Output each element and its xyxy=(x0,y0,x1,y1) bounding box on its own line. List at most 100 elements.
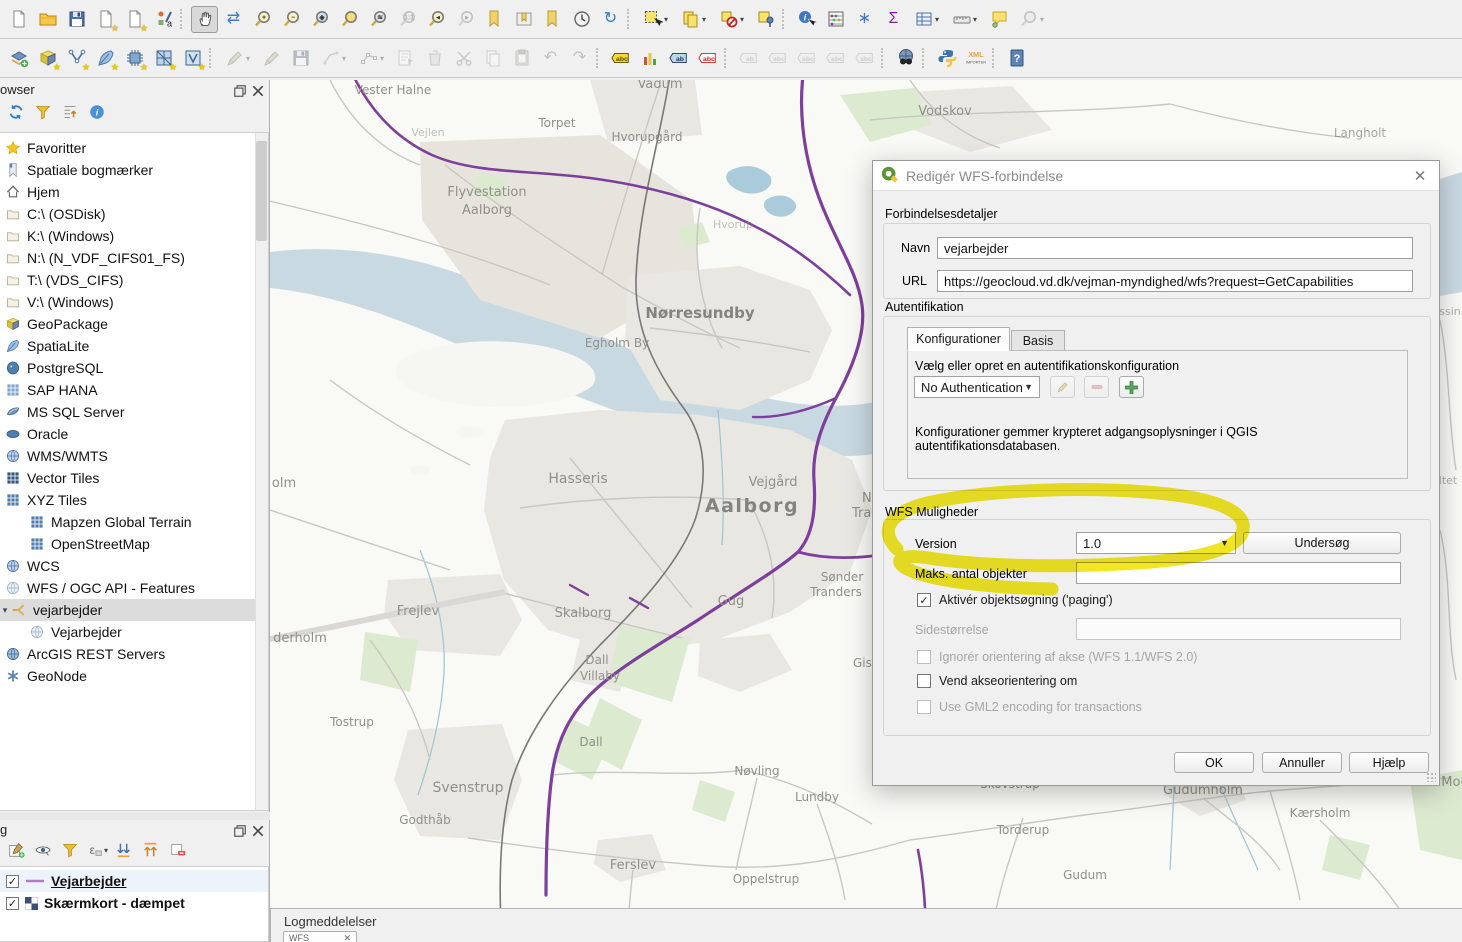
processing-toolbox-icon[interactable]: ∗ xyxy=(851,6,878,33)
log-tab-wfs[interactable]: WFS ✕ xyxy=(283,931,357,942)
browser-item-n-n-vdf-cifs01-fs[interactable]: N:\ (N_VDF_CIFS01_FS) xyxy=(0,247,268,269)
layer-item-vejarbejder[interactable]: ✓Vejarbejder xyxy=(0,870,268,892)
new-shapefile-layer-icon[interactable]: ★ xyxy=(63,45,90,72)
help-button[interactable]: Hjælp xyxy=(1349,752,1429,773)
zoom-to-layer-icon[interactable]: ≋ xyxy=(365,6,392,33)
remove-layer-icon[interactable] xyxy=(166,838,190,862)
select-features-icon[interactable]: ▾ xyxy=(638,6,674,33)
zoom-last-icon[interactable]: ◂ xyxy=(423,6,450,33)
browser-item-favoritter[interactable]: Favoritter xyxy=(0,137,268,159)
browser-item-t-vds-cifs[interactable]: T:\ (VDS_CIFS) xyxy=(0,269,268,291)
map-refresh-icon[interactable]: ↻ xyxy=(597,6,624,33)
refresh-icon[interactable] xyxy=(4,100,28,124)
url-field[interactable] xyxy=(937,270,1413,292)
browser-item-openstreetmap[interactable]: OpenStreetMap xyxy=(0,533,268,555)
expand-all-icon[interactable] xyxy=(112,838,136,862)
zoom-in-icon[interactable]: + xyxy=(249,6,276,33)
browser-item-geonode[interactable]: GeoNode xyxy=(0,665,268,687)
layer-visibility-checkbox[interactable]: ✓ xyxy=(6,875,19,888)
browser-item-geopackage[interactable]: GeoPackage xyxy=(0,313,268,335)
browser-item-wcs[interactable]: WCS xyxy=(0,555,268,577)
browser-item-c-osdisk[interactable]: C:\ (OSDisk) xyxy=(0,203,268,225)
help-icon[interactable]: ? xyxy=(1003,45,1030,72)
log-tab-close-icon[interactable]: ✕ xyxy=(343,933,351,942)
data-source-manager-icon[interactable] xyxy=(5,45,32,72)
project-save-icon[interactable] xyxy=(63,6,90,33)
browser-item-xyz-tiles[interactable]: XYZ Tiles xyxy=(0,489,268,511)
dialog-close-icon[interactable]: ✕ xyxy=(1409,165,1431,187)
browser-item-k-windows[interactable]: K:\ (Windows) xyxy=(0,225,268,247)
browser-scrollbar[interactable] xyxy=(255,133,268,810)
browser-close-icon[interactable] xyxy=(251,84,265,98)
zoom-to-selection-icon[interactable] xyxy=(336,6,363,33)
project-open-icon[interactable] xyxy=(34,6,61,33)
map-tips-icon[interactable] xyxy=(985,6,1012,33)
auth-config-dropdown[interactable]: No Authentication▼ xyxy=(914,376,1040,398)
expander-icon[interactable]: ▾ xyxy=(0,605,10,616)
browser-item-sap-hana[interactable]: SAP HANA xyxy=(0,379,268,401)
panel-splitter[interactable] xyxy=(0,812,270,820)
deselect-icon[interactable]: ▾ xyxy=(714,6,750,33)
invert-axis-checkbox[interactable]: Vend akseorientering om xyxy=(917,674,1077,688)
open-layer-styling-icon[interactable] xyxy=(4,838,28,862)
tab-konfigurationer[interactable]: Konfigurationer xyxy=(907,327,1010,351)
examine-button[interactable]: Undersøg xyxy=(1243,532,1401,554)
layer-labeling-icon[interactable]: abc xyxy=(607,45,634,72)
attribute-table-icon[interactable]: ▾ xyxy=(909,6,945,33)
expression-filter-icon[interactable]: ε▾ xyxy=(85,838,109,862)
tab-basis[interactable]: Basis xyxy=(1011,330,1065,351)
dialog-resize-grip[interactable] xyxy=(1426,772,1436,782)
paging-checkbox[interactable]: ✓ Aktivér objektsøgning ('paging') xyxy=(917,593,1113,607)
collapse-all-icon[interactable] xyxy=(139,838,163,862)
zoom-out-icon[interactable]: − xyxy=(278,6,305,33)
browser-item-postgresql[interactable]: PostgreSQL xyxy=(0,357,268,379)
browser-item-mapzen-global-terrain[interactable]: Mapzen Global Terrain xyxy=(0,511,268,533)
new-spatialite-layer-icon[interactable]: ★ xyxy=(92,45,119,72)
browser-float-icon[interactable] xyxy=(233,84,247,98)
filter-browser-icon[interactable] xyxy=(31,100,55,124)
pan-map-icon[interactable] xyxy=(191,6,218,33)
layers-float-icon[interactable] xyxy=(233,824,247,838)
layer-diagram-icon[interactable] xyxy=(636,45,663,72)
layers-close-icon[interactable] xyxy=(251,824,265,838)
browser-item-arcgis-rest-servers[interactable]: ArcGIS REST Servers xyxy=(0,643,268,665)
browser-item-spatiale-bogm-rker[interactable]: Spatiale bogmærker xyxy=(0,159,268,181)
osm-place-search-icon[interactable] xyxy=(892,45,919,72)
layout-new-icon[interactable]: ★ xyxy=(92,6,119,33)
new-virtual-raster-icon[interactable]: ★ xyxy=(121,45,148,72)
browser-item-vejarbejder[interactable]: Vejarbejder xyxy=(0,621,268,643)
zoom-full-icon[interactable]: ◈ xyxy=(307,6,334,33)
collapse-all-icon[interactable] xyxy=(58,100,82,124)
style-manager-icon[interactable]: a xyxy=(150,6,177,33)
browser-item-v-windows[interactable]: V:\ (Windows) xyxy=(0,291,268,313)
project-new-icon[interactable] xyxy=(5,6,32,33)
label-pin-red-icon[interactable]: abc xyxy=(694,45,721,72)
browser-item-vejarbejder[interactable]: ▾vejarbejder xyxy=(0,599,268,621)
properties-widget-icon[interactable]: i xyxy=(85,100,109,124)
name-field[interactable] xyxy=(937,237,1413,259)
filter-legend-icon[interactable] xyxy=(58,838,82,862)
version-dropdown[interactable]: 1.0▼ xyxy=(1076,532,1236,554)
python-console-icon[interactable] xyxy=(933,45,960,72)
dialog-titlebar[interactable]: Redigér WFS-forbindelse ✕ xyxy=(873,161,1439,191)
layout-manager-icon[interactable]: ★ xyxy=(121,6,148,33)
max-features-field[interactable] xyxy=(1076,562,1401,584)
select-by-form-icon[interactable]: ▾ xyxy=(676,6,712,33)
browser-item-wfs-ogc-api-features[interactable]: WFS / OGC API - Features xyxy=(0,577,268,599)
layer-item-sk-rmkort-d-mpet[interactable]: ✓Skærmkort - dæmpet xyxy=(0,892,268,914)
manage-map-themes-icon[interactable] xyxy=(31,838,55,862)
pan-to-selection-icon[interactable]: ⇄ xyxy=(220,6,247,33)
bookmark-new-icon[interactable] xyxy=(481,6,508,33)
select-by-location-icon[interactable] xyxy=(752,6,779,33)
ok-button[interactable]: OK xyxy=(1174,752,1254,773)
browser-item-vector-tiles[interactable]: Vector Tiles xyxy=(0,467,268,489)
new-geopackage-layer-icon[interactable]: ★ xyxy=(34,45,61,72)
sum-features-icon[interactable]: Σ xyxy=(880,6,907,33)
auth-add-icon[interactable] xyxy=(1119,376,1144,398)
browser-item-hjem[interactable]: Hjem xyxy=(0,181,268,203)
cancel-button[interactable]: Annuller xyxy=(1262,752,1342,773)
identify-features-icon[interactable]: i xyxy=(793,6,820,33)
new-virtual-layer-icon[interactable]: ★ xyxy=(179,45,206,72)
xml-importer-icon[interactable]: XMLIMPORTER xyxy=(962,45,989,72)
browser-item-spatialite[interactable]: SpatiaLite xyxy=(0,335,268,357)
